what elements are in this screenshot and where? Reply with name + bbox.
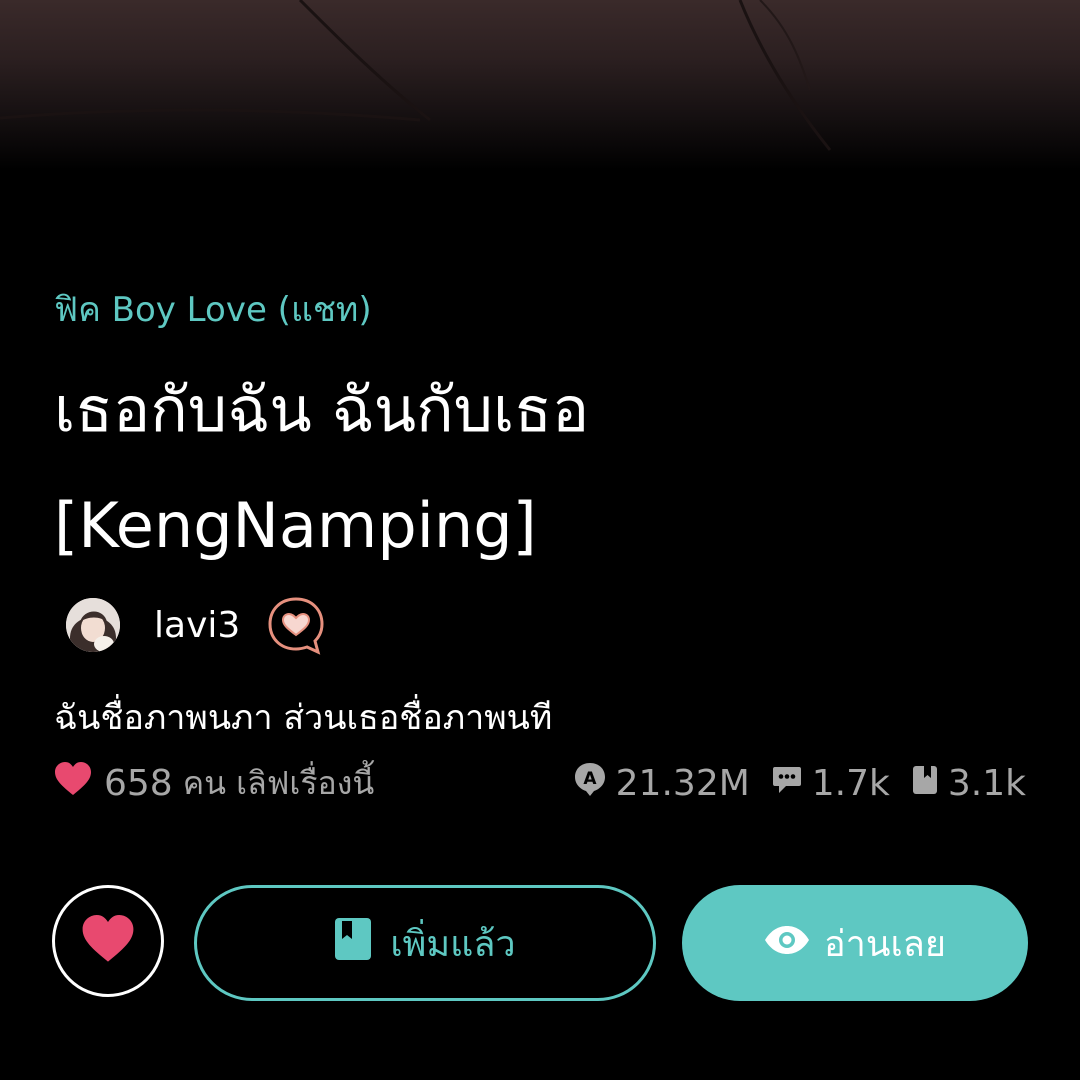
love-text: คน เลิฟเรื่องนี้: [182, 763, 375, 802]
eye-icon: [764, 923, 824, 964]
story-synopsis: ฉันชื่อภาพนภา ส่วนเธอชื่อภาพนที: [54, 698, 553, 738]
views-count: 21.32M: [615, 762, 750, 804]
comments-count: 1.7k: [811, 762, 890, 804]
bookmark-icon: [912, 763, 948, 804]
story-title: เธอกับฉัน ฉันกับเธอ [KengNamping]: [54, 373, 590, 562]
book-icon: [334, 917, 390, 970]
story-detail-screen: ฟิค Boy Love (แชท) เธอกับฉัน ฉันกับเธอ […: [0, 0, 1080, 1080]
read-label: อ่านเลย: [824, 923, 946, 965]
author-name[interactable]: lavi3: [154, 605, 240, 646]
story-metrics: A 21.32M 1.7k 3.1k: [574, 762, 1026, 805]
comments-stat: 1.7k: [772, 763, 890, 804]
svg-text:A: A: [583, 769, 597, 789]
author-row[interactable]: lavi3: [66, 595, 326, 655]
heart-chat-badge-icon: [266, 595, 326, 655]
heart-icon: [54, 761, 92, 805]
author-avatar[interactable]: [66, 598, 120, 652]
views-icon: A: [574, 762, 616, 805]
bookmarks-count: 3.1k: [947, 762, 1026, 804]
read-now-button[interactable]: อ่านเลย: [682, 885, 1028, 1001]
story-category[interactable]: ฟิค Boy Love (แชท): [54, 282, 372, 336]
love-stat: 658 คน เลิฟเรื่องนี้: [54, 758, 374, 809]
added-to-library-button[interactable]: เพิ่มแล้ว: [194, 885, 656, 1001]
cover-image: [0, 0, 1080, 170]
added-label: เพิ่มแล้ว: [390, 923, 516, 965]
comment-icon: [772, 763, 812, 804]
heart-icon: [81, 915, 135, 967]
love-button[interactable]: [52, 885, 164, 997]
love-count: 658: [104, 762, 173, 804]
stats-row: 658 คน เลิฟเรื่องนี้ A 21.32M 1.7k 3.1k: [54, 758, 1026, 808]
views-stat: A 21.32M: [574, 762, 750, 805]
bookmarks-stat: 3.1k: [912, 763, 1026, 804]
